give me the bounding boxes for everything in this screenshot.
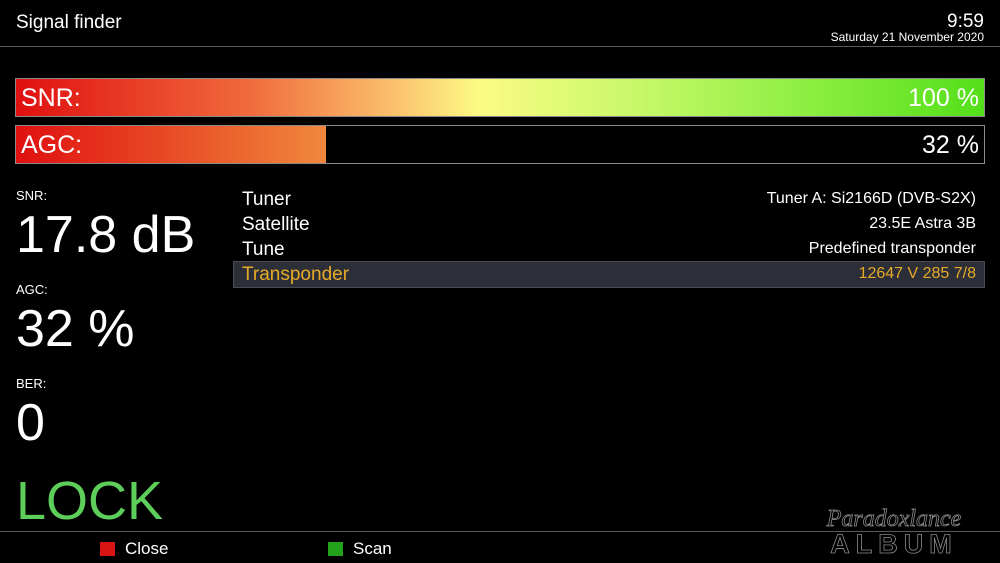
- snr-meter-value: 100 %: [908, 84, 979, 112]
- agc-stat-value: 32 %: [16, 300, 135, 358]
- snr-meter-bar: SNR: 100 %: [15, 78, 985, 117]
- info-key: Satellite: [242, 214, 310, 235]
- info-row-transponder[interactable]: Transponder 12647 V 285 7/8: [233, 261, 985, 288]
- agc-meter-label: AGC:: [21, 131, 83, 159]
- page-title: Signal finder: [16, 12, 122, 33]
- info-value: Tuner A: Si2166D (DVB-S2X): [766, 190, 976, 207]
- info-value: 12647 V 285 7/8: [858, 265, 976, 282]
- scan-button[interactable]: Scan: [328, 539, 392, 559]
- ber-stat-value: 0: [16, 394, 45, 452]
- info-value: 23.5E Astra 3B: [869, 215, 976, 232]
- snr-meter-fill: [16, 79, 984, 116]
- close-button-label: Close: [125, 539, 169, 558]
- info-key: Tune: [242, 239, 285, 260]
- tuner-info-list: Tuner Tuner A: Si2166D (DVB-S2X) Satelli…: [233, 187, 985, 288]
- red-key-icon: [100, 542, 115, 556]
- info-row-tuner[interactable]: Tuner Tuner A: Si2166D (DVB-S2X): [234, 187, 984, 212]
- agc-meter-value: 32 %: [922, 131, 979, 159]
- watermark-logo: Paradoxlance ALBUM: [825, 506, 962, 556]
- snr-stat-value: 17.8 dB: [16, 206, 196, 264]
- scan-button-label: Scan: [353, 539, 392, 558]
- header-bar: Signal finder 9:59 Saturday 21 November …: [0, 0, 1000, 47]
- lock-status: LOCK: [16, 471, 164, 531]
- agc-stat-label: AGC:: [16, 282, 48, 297]
- info-row-tune[interactable]: Tune Predefined transponder: [234, 237, 984, 262]
- info-key: Transponder: [242, 264, 350, 285]
- info-row-satellite[interactable]: Satellite 23.5E Astra 3B: [234, 212, 984, 237]
- watermark-wordmark: ALBUM: [830, 529, 957, 556]
- snr-meter-label: SNR:: [21, 84, 81, 112]
- clock-date: Saturday 21 November 2020: [830, 30, 984, 44]
- agc-meter-bar: AGC: 32 %: [15, 125, 985, 164]
- close-button[interactable]: Close: [100, 539, 168, 559]
- info-key: Tuner: [242, 189, 291, 210]
- info-value: Predefined transponder: [808, 240, 976, 257]
- ber-stat-label: BER:: [16, 376, 47, 391]
- green-key-icon: [328, 542, 343, 556]
- snr-stat-label: SNR:: [16, 188, 48, 203]
